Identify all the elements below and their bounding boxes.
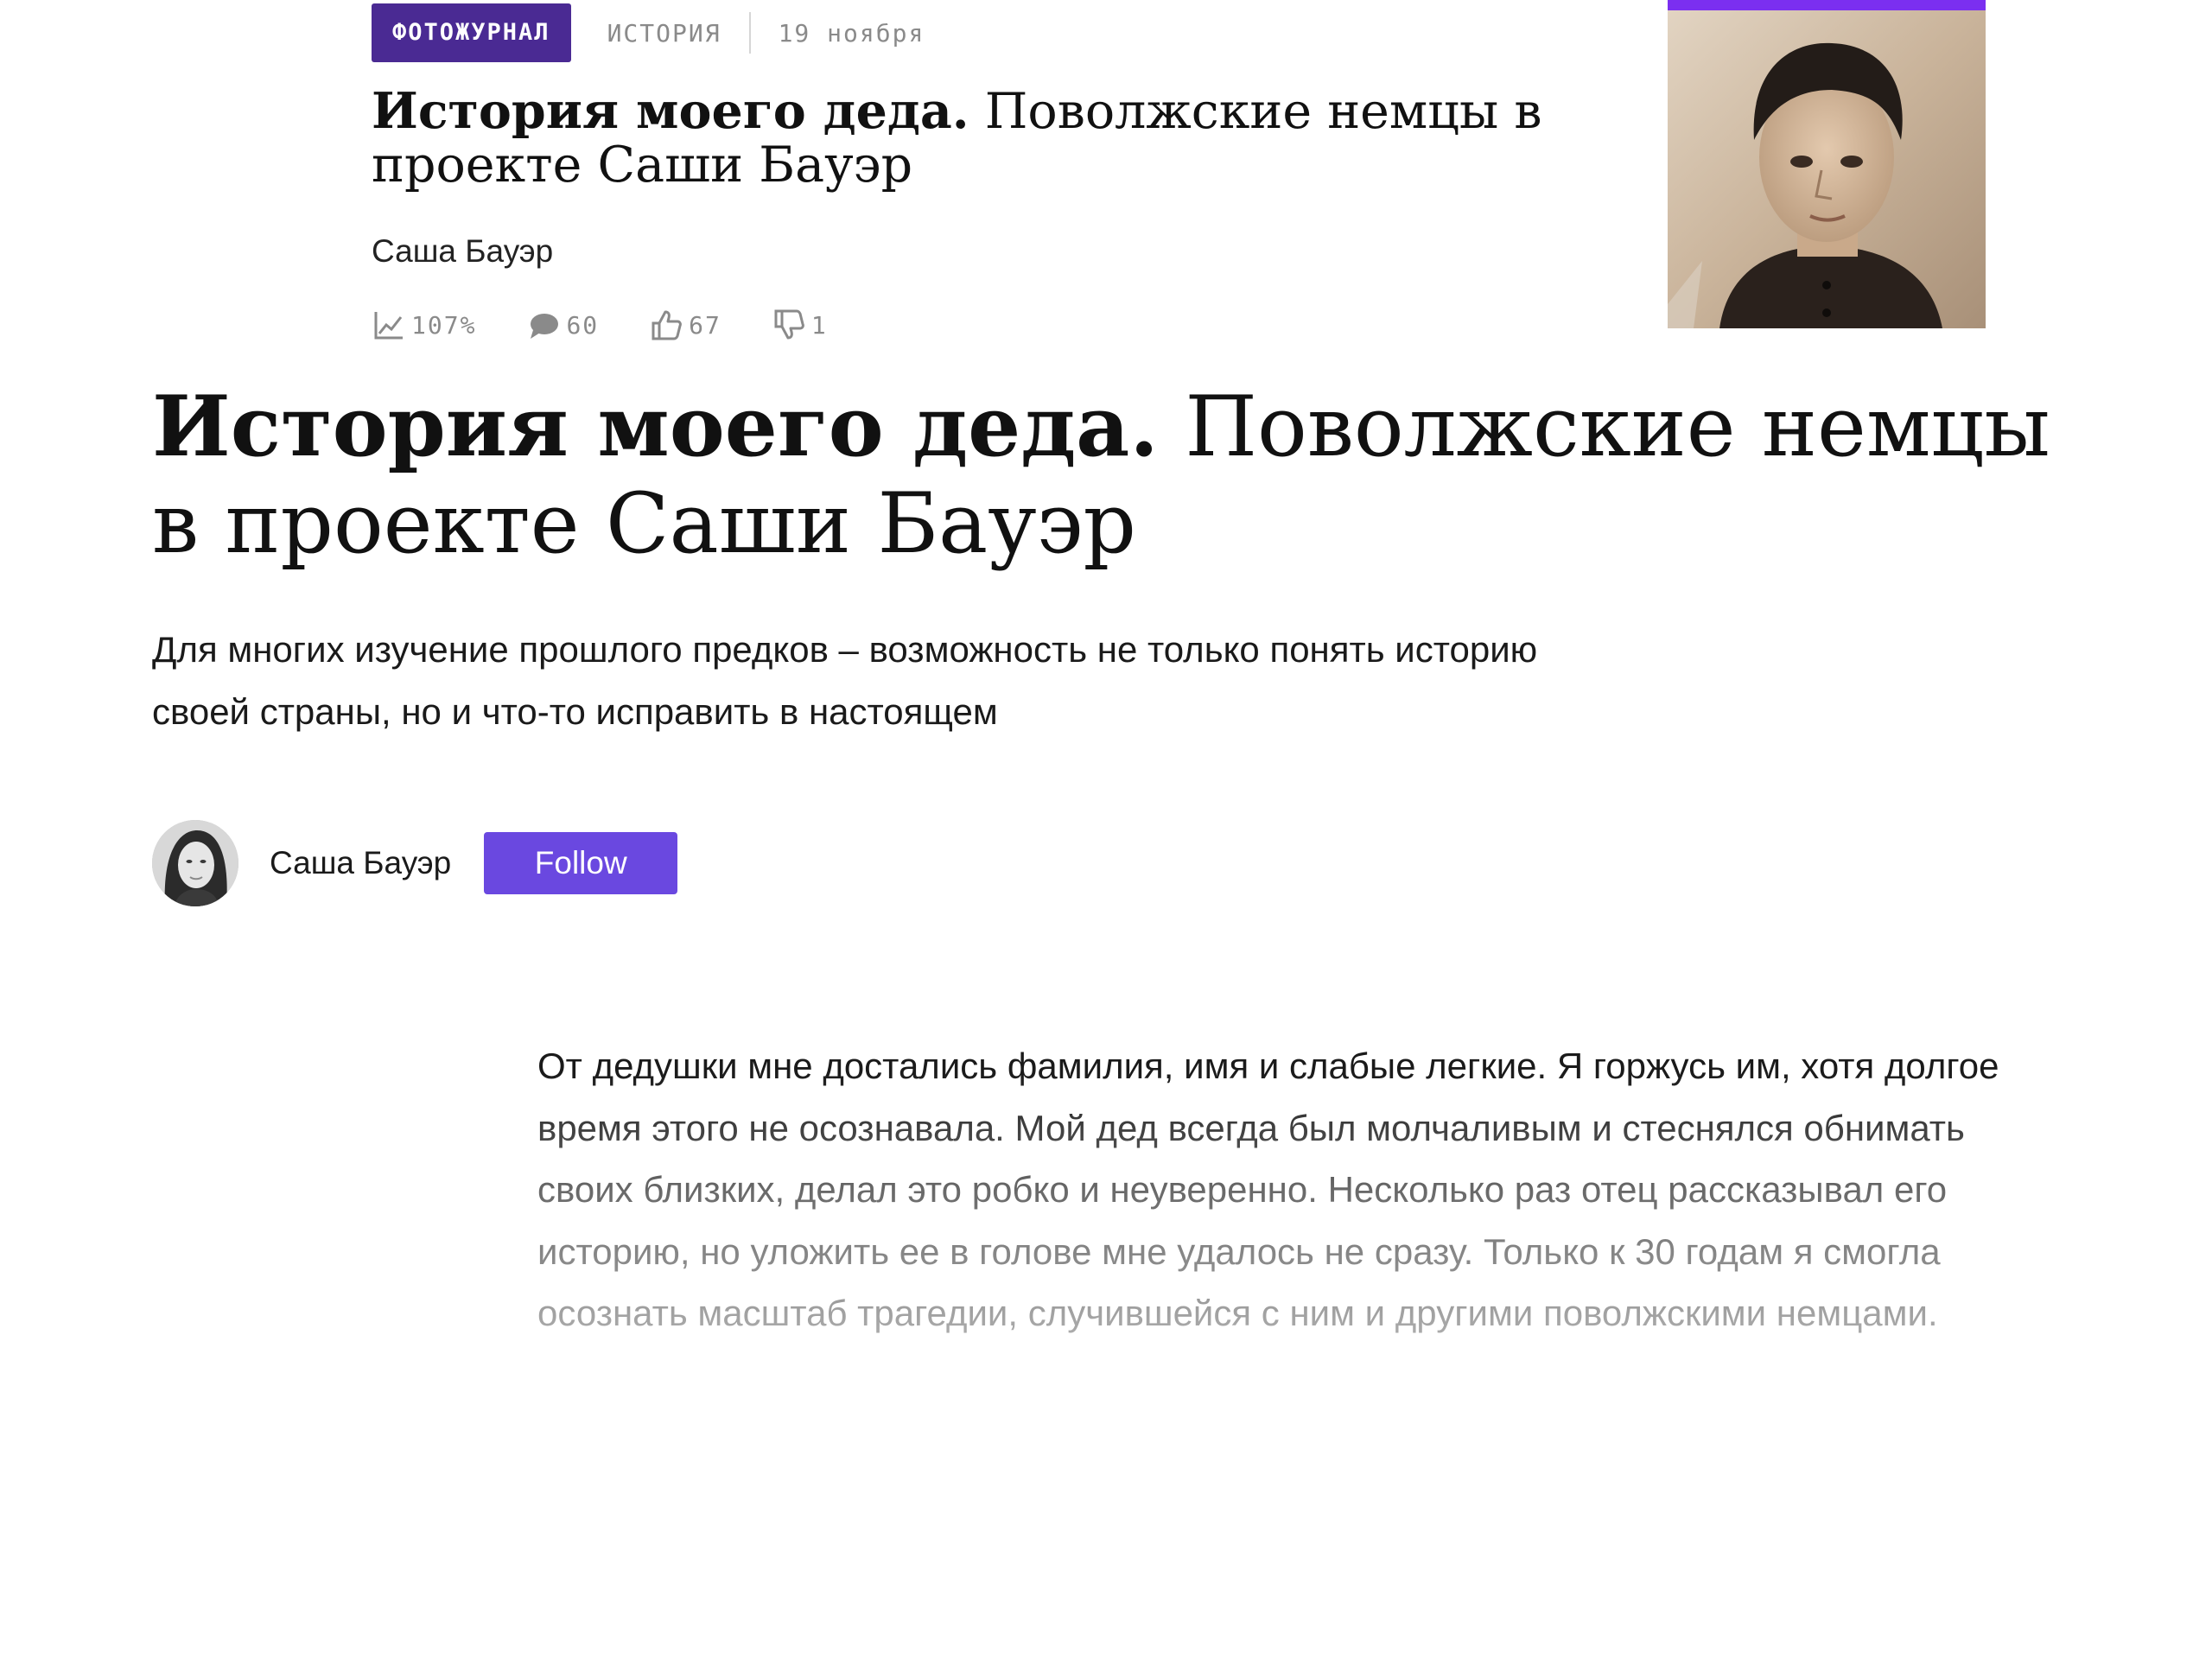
portrait-photo [1668,10,1986,328]
card-title[interactable]: История моего деда. Поволжские немцы в п… [372,82,1547,193]
card-thumbnail[interactable] [1668,0,1986,328]
card-title-bold: История моего деда. [372,82,969,140]
article-card[interactable]: ФОТОЖУРНАЛ ИСТОРИЯ 19 ноября История мое… [372,0,1987,354]
category-label[interactable]: ИСТОРИЯ [607,19,721,48]
comments-value: 60 [566,310,600,340]
card-stats: 107% 60 67 1 [372,306,878,344]
card-author[interactable]: Саша Бауэр [372,233,553,270]
chart-icon [374,312,403,340]
avatar[interactable] [152,820,238,906]
thumbs-down-icon [774,309,804,340]
article-body: От дедушки мне достались фамилия, имя и … [537,1046,1999,1333]
likes-stat[interactable]: 67 [649,308,721,342]
author-name[interactable]: Саша Бауэр [270,845,451,881]
article-title: История моего деда. Поволжские немцы в п… [152,378,2053,573]
meta-divider [748,12,751,54]
comment-icon [531,314,559,339]
card-meta: ФОТОЖУРНАЛ ИСТОРИЯ 19 ноября [372,3,925,62]
likes-value: 67 [689,310,721,340]
thumbnail-accent-bar [1668,0,1986,10]
follow-button[interactable]: Follow [484,832,678,894]
article-title-bold: История моего деда. [152,378,1159,475]
thumbs-up-icon [652,310,683,340]
dislikes-stat[interactable]: 1 [772,308,828,342]
views-stat: 107% [372,308,476,342]
article-lead: Для многих изучение прошлого предков – в… [152,629,1538,732]
section-badge[interactable]: ФОТОЖУРНАЛ [372,3,571,62]
author-row: Саша Бауэр Follow [152,819,678,907]
comments-stat[interactable]: 60 [526,308,599,342]
views-value: 107% [411,310,477,340]
publish-date: 19 ноября [778,18,925,48]
dislikes-value: 1 [810,310,828,340]
